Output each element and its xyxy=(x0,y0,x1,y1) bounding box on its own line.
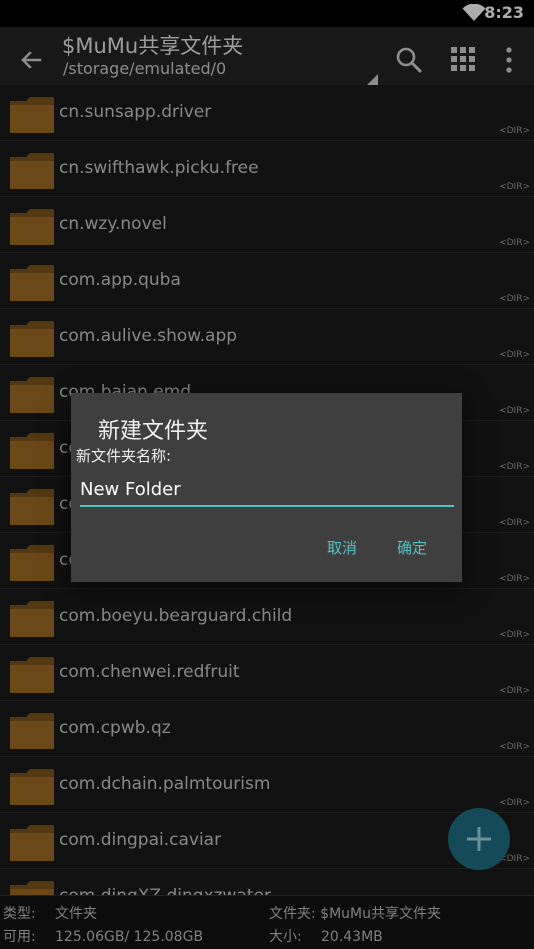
cancel-button[interactable]: 取消 xyxy=(327,537,357,558)
dialog-title: 新建文件夹 xyxy=(98,419,209,444)
folder-name-label: 新文件夹名称: xyxy=(76,447,172,465)
confirm-button[interactable]: 确定 xyxy=(397,537,427,558)
new-folder-dialog: 新建文件夹 新文件夹名称: 取消 确定 xyxy=(71,393,462,582)
folder-name-input[interactable] xyxy=(80,473,454,507)
